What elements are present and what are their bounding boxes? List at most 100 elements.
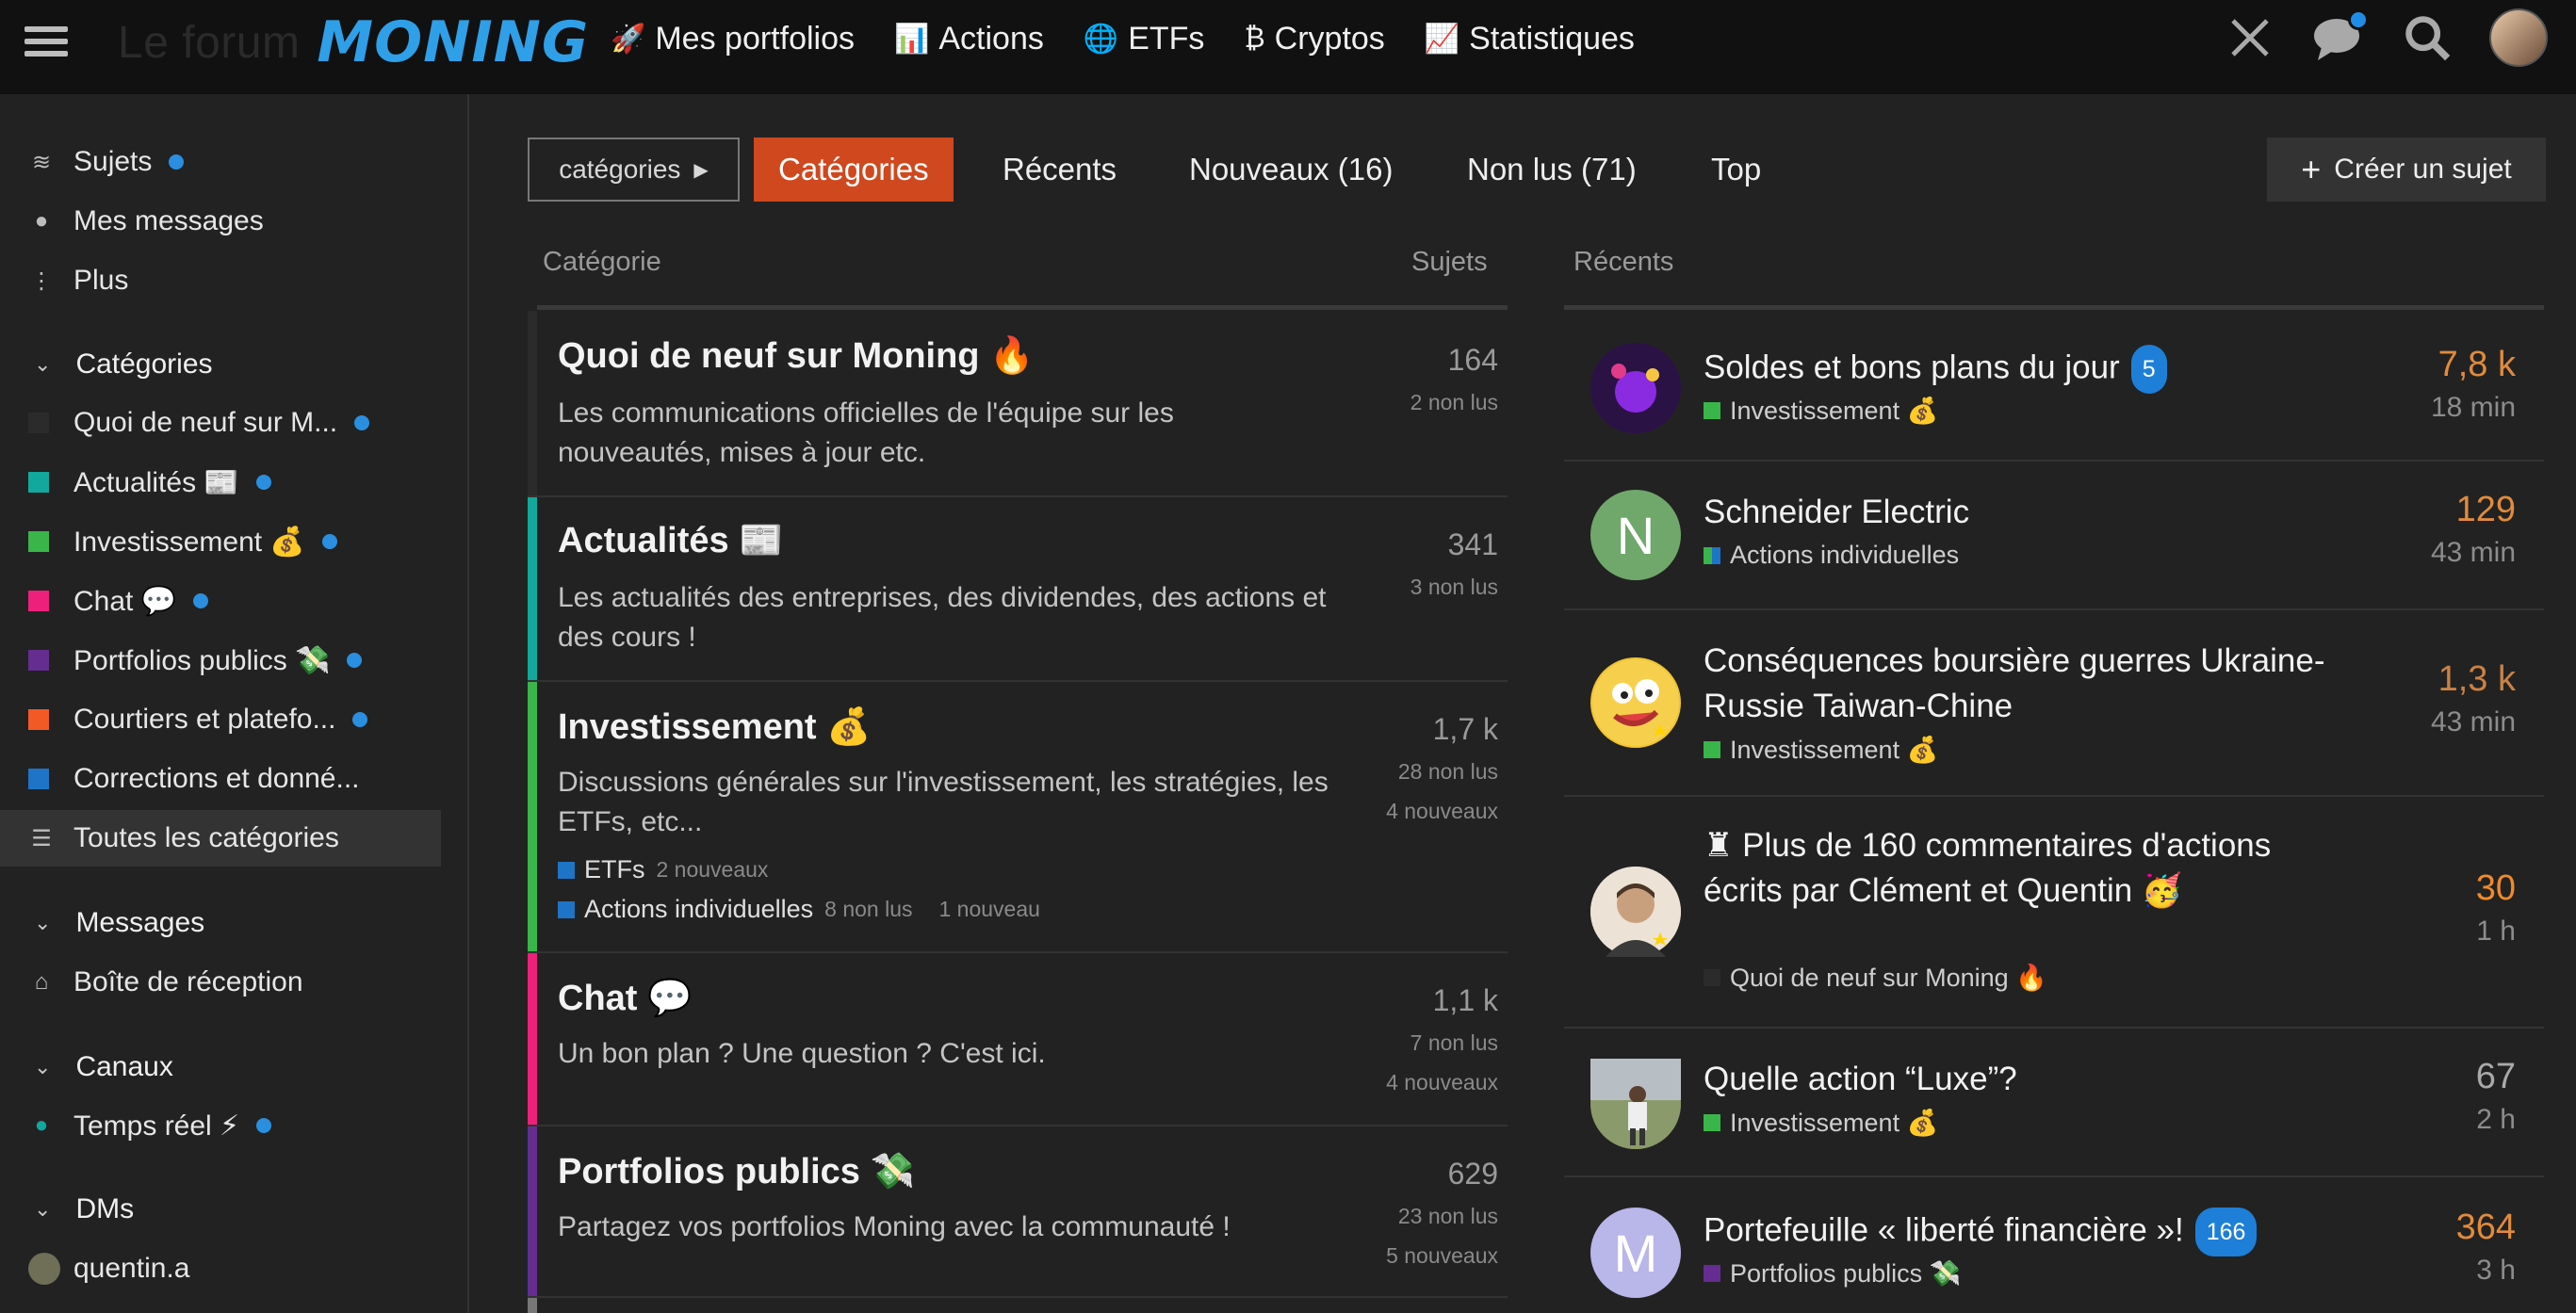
category-row-actualites[interactable]: Actualités 📰 Les actualités des entrepri… <box>528 497 1508 682</box>
tab-categories[interactable]: Catégories <box>754 138 954 202</box>
topic-row[interactable]: ♜ Plus de 160 commentaires d'actions écr… <box>1564 797 2544 1029</box>
sidebar-category-actualites[interactable]: Actualités 📰 <box>28 454 271 511</box>
unread-dot <box>193 593 209 608</box>
sidebar-channel-temps-reel[interactable]: ● Temps réel ⚡ <box>28 1097 272 1154</box>
category-unread[interactable]: 23 non lus <box>1398 1204 1498 1229</box>
topic-title[interactable]: Quelle action “Luxe”? <box>1704 1057 2325 1102</box>
x-twitter-icon[interactable] <box>2224 11 2276 64</box>
sidebar-category-chat[interactable]: Chat 💬 <box>28 573 209 629</box>
sidebar-dm-quentin[interactable]: quentin.a <box>28 1240 189 1297</box>
topic-activity-time[interactable]: 3 h <box>2476 1255 2516 1287</box>
topic-reply-count[interactable]: 364 <box>2456 1208 2516 1248</box>
nav-actions[interactable]: 📊 Actions <box>894 21 1044 57</box>
topic-category[interactable]: Quoi de neuf sur Moning 🔥 <box>1704 963 2047 993</box>
topic-avatar[interactable]: N <box>1590 490 1681 580</box>
category-row-portfolios-publics[interactable]: Portfolios publics 💸 Partagez vos portfo… <box>528 1127 1508 1298</box>
category-title[interactable]: Actualités 📰 <box>558 520 784 561</box>
sidebar-item-mes-messages[interactable]: ● Mes messages <box>28 193 264 250</box>
sidebar-section-canaux[interactable]: ⌄ Canaux <box>34 1044 173 1091</box>
category-row-investissement[interactable]: Investissement 💰 Discussions générales s… <box>528 682 1508 953</box>
sidebar-section-dms[interactable]: ⌄ DMs <box>34 1186 134 1233</box>
sidebar-item-toutes-categories[interactable]: ☰ Toutes les catégories <box>0 810 441 867</box>
category-row-quoi-de-neuf[interactable]: Quoi de neuf sur Moning 🔥 Les communicat… <box>528 311 1508 497</box>
category-description: Les actualités des entreprises, des divi… <box>558 582 1327 653</box>
topic-row[interactable]: Quelle action “Luxe”? Investissement 💰 6… <box>1564 1029 2544 1177</box>
topic-category[interactable]: Investissement 💰 <box>1704 396 1938 426</box>
chat-bubbles-icon[interactable] <box>2312 9 2369 64</box>
topic-avatar[interactable] <box>1590 343 1681 433</box>
sidebar-category-courtiers[interactable]: Courtiers et platefo... <box>28 691 368 748</box>
site-logo[interactable]: Le forum MONING <box>118 4 589 81</box>
category-new[interactable]: 4 nouveaux <box>1386 1070 1498 1095</box>
topic-title[interactable]: Schneider Electric <box>1704 490 2325 535</box>
nav-cryptos[interactable]: ₿ Cryptos <box>1244 21 1384 57</box>
unread-badge[interactable]: 5 <box>2130 345 2167 394</box>
topic-category[interactable]: Investissement 💰 <box>1704 1108 1938 1138</box>
sidebar-category-investissement[interactable]: Investissement 💰 <box>28 513 337 570</box>
category-new[interactable]: 4 nouveaux <box>1386 799 1498 824</box>
nav-etfs[interactable]: 🌐 ETFs <box>1084 21 1205 57</box>
topic-reply-count[interactable]: 67 <box>2476 1057 2516 1097</box>
topic-row[interactable]: Soldes et bons plans du jour 5 Investisse… <box>1564 311 2544 462</box>
topic-title[interactable]: Conséquences boursière guerres Ukraine-R… <box>1704 639 2325 729</box>
category-title[interactable]: Chat 💬 <box>558 978 692 1019</box>
tab-nouveaux[interactable]: Nouveaux (16) <box>1189 138 1393 202</box>
category-title[interactable]: Quoi de neuf sur Moning 🔥 <box>558 335 1034 377</box>
hamburger-menu-icon[interactable] <box>23 21 70 62</box>
logo-prefix: Le forum <box>118 17 301 68</box>
topic-avatar[interactable] <box>1590 867 1681 957</box>
tab-top[interactable]: Top <box>1711 138 1761 202</box>
topic-activity-time[interactable]: 18 min <box>2431 392 2516 424</box>
category-new[interactable]: 5 nouveaux <box>1386 1243 1498 1269</box>
topic-title[interactable]: ♜ Plus de 160 commentaires d'actions écr… <box>1704 823 2325 914</box>
sidebar-category-portfolios-publics[interactable]: Portfolios publics 💸 <box>28 632 363 689</box>
topic-row[interactable]: M Portefeuille « liberté financière »! 16… <box>1564 1177 2544 1313</box>
topic-avatar[interactable]: M <box>1590 1208 1681 1298</box>
topic-activity-time[interactable]: 2 h <box>2476 1104 2516 1136</box>
topic-avatar[interactable] <box>1590 1059 1681 1149</box>
topic-category[interactable]: Portfolios publics 💸 <box>1704 1258 1961 1289</box>
topic-row[interactable]: Conséquences boursière guerres Ukraine-R… <box>1564 610 2544 797</box>
unread-badge[interactable]: 166 <box>2194 1208 2258 1256</box>
sidebar-section-messages[interactable]: ⌄ Messages <box>34 900 204 947</box>
category-title[interactable]: Portfolios publics 💸 <box>558 1151 915 1192</box>
sidebar-category-quoi-de-neuf[interactable]: Quoi de neuf sur M... <box>28 395 370 451</box>
topic-reply-count[interactable]: 7,8 k <box>2438 345 2516 385</box>
sidebar-item-inbox[interactable]: ⌂ Boîte de réception <box>28 954 303 1011</box>
topic-category[interactable]: Actions individuelles <box>1704 541 1959 570</box>
subcategory-actions-individuelles[interactable]: Actions individuelles 8 non lus 1 nouveau <box>558 895 1040 924</box>
sidebar-item-plus[interactable]: ⋮ Plus <box>28 252 128 309</box>
user-avatar[interactable] <box>2489 8 2548 67</box>
category-filter-dropdown[interactable]: catégories ▶ <box>528 138 740 202</box>
create-topic-button[interactable]: + Créer un sujet <box>2267 138 2546 202</box>
nav-statistiques[interactable]: 📈 Statistiques <box>1425 21 1635 57</box>
topic-reply-count[interactable]: 1,3 k <box>2438 659 2516 700</box>
category-color-square <box>558 861 575 879</box>
topic-row[interactable]: N Schneider Electric Actions individuell… <box>1564 462 2544 610</box>
topic-activity-time[interactable]: 1 h <box>2476 916 2516 948</box>
topic-reply-count[interactable]: 129 <box>2456 490 2516 530</box>
topic-category[interactable]: Investissement 💰 <box>1704 735 1938 765</box>
topic-title[interactable]: Portefeuille « liberté financière »! 166 <box>1704 1208 2325 1256</box>
sidebar-category-corrections[interactable]: Corrections et donné... <box>28 751 360 807</box>
category-unread[interactable]: 2 non lus <box>1410 390 1498 415</box>
unread-dot <box>354 415 370 430</box>
topic-title[interactable]: Soldes et bons plans du jour 5 <box>1704 345 2325 394</box>
category-unread[interactable]: 7 non lus <box>1410 1030 1498 1056</box>
nav-mes-portfolios[interactable]: 🚀 Mes portfolios <box>611 21 855 57</box>
search-icon[interactable] <box>2401 11 2454 64</box>
topic-avatar[interactable] <box>1590 657 1681 748</box>
topic-activity-time[interactable]: 43 min <box>2431 706 2516 738</box>
sidebar-section-categories[interactable]: ⌄ Catégories <box>34 341 213 388</box>
tab-non-lus[interactable]: Non lus (71) <box>1467 138 1637 202</box>
tab-recents[interactable]: Récents <box>1003 138 1117 202</box>
category-unread[interactable]: 28 non lus <box>1398 759 1498 785</box>
category-row-chat[interactable]: Chat 💬 Un bon plan ? Une question ? C'es… <box>528 953 1508 1127</box>
subcategory-etfs[interactable]: ETFs 2 nouveaux <box>558 855 768 884</box>
topic-activity-time[interactable]: 43 min <box>2431 537 2516 569</box>
category-color-square <box>28 591 49 611</box>
topic-reply-count[interactable]: 30 <box>2476 868 2516 909</box>
category-unread[interactable]: 3 non lus <box>1410 575 1498 600</box>
sidebar-item-sujets[interactable]: ≋ Sujets <box>28 134 185 190</box>
category-title[interactable]: Investissement 💰 <box>558 706 871 748</box>
